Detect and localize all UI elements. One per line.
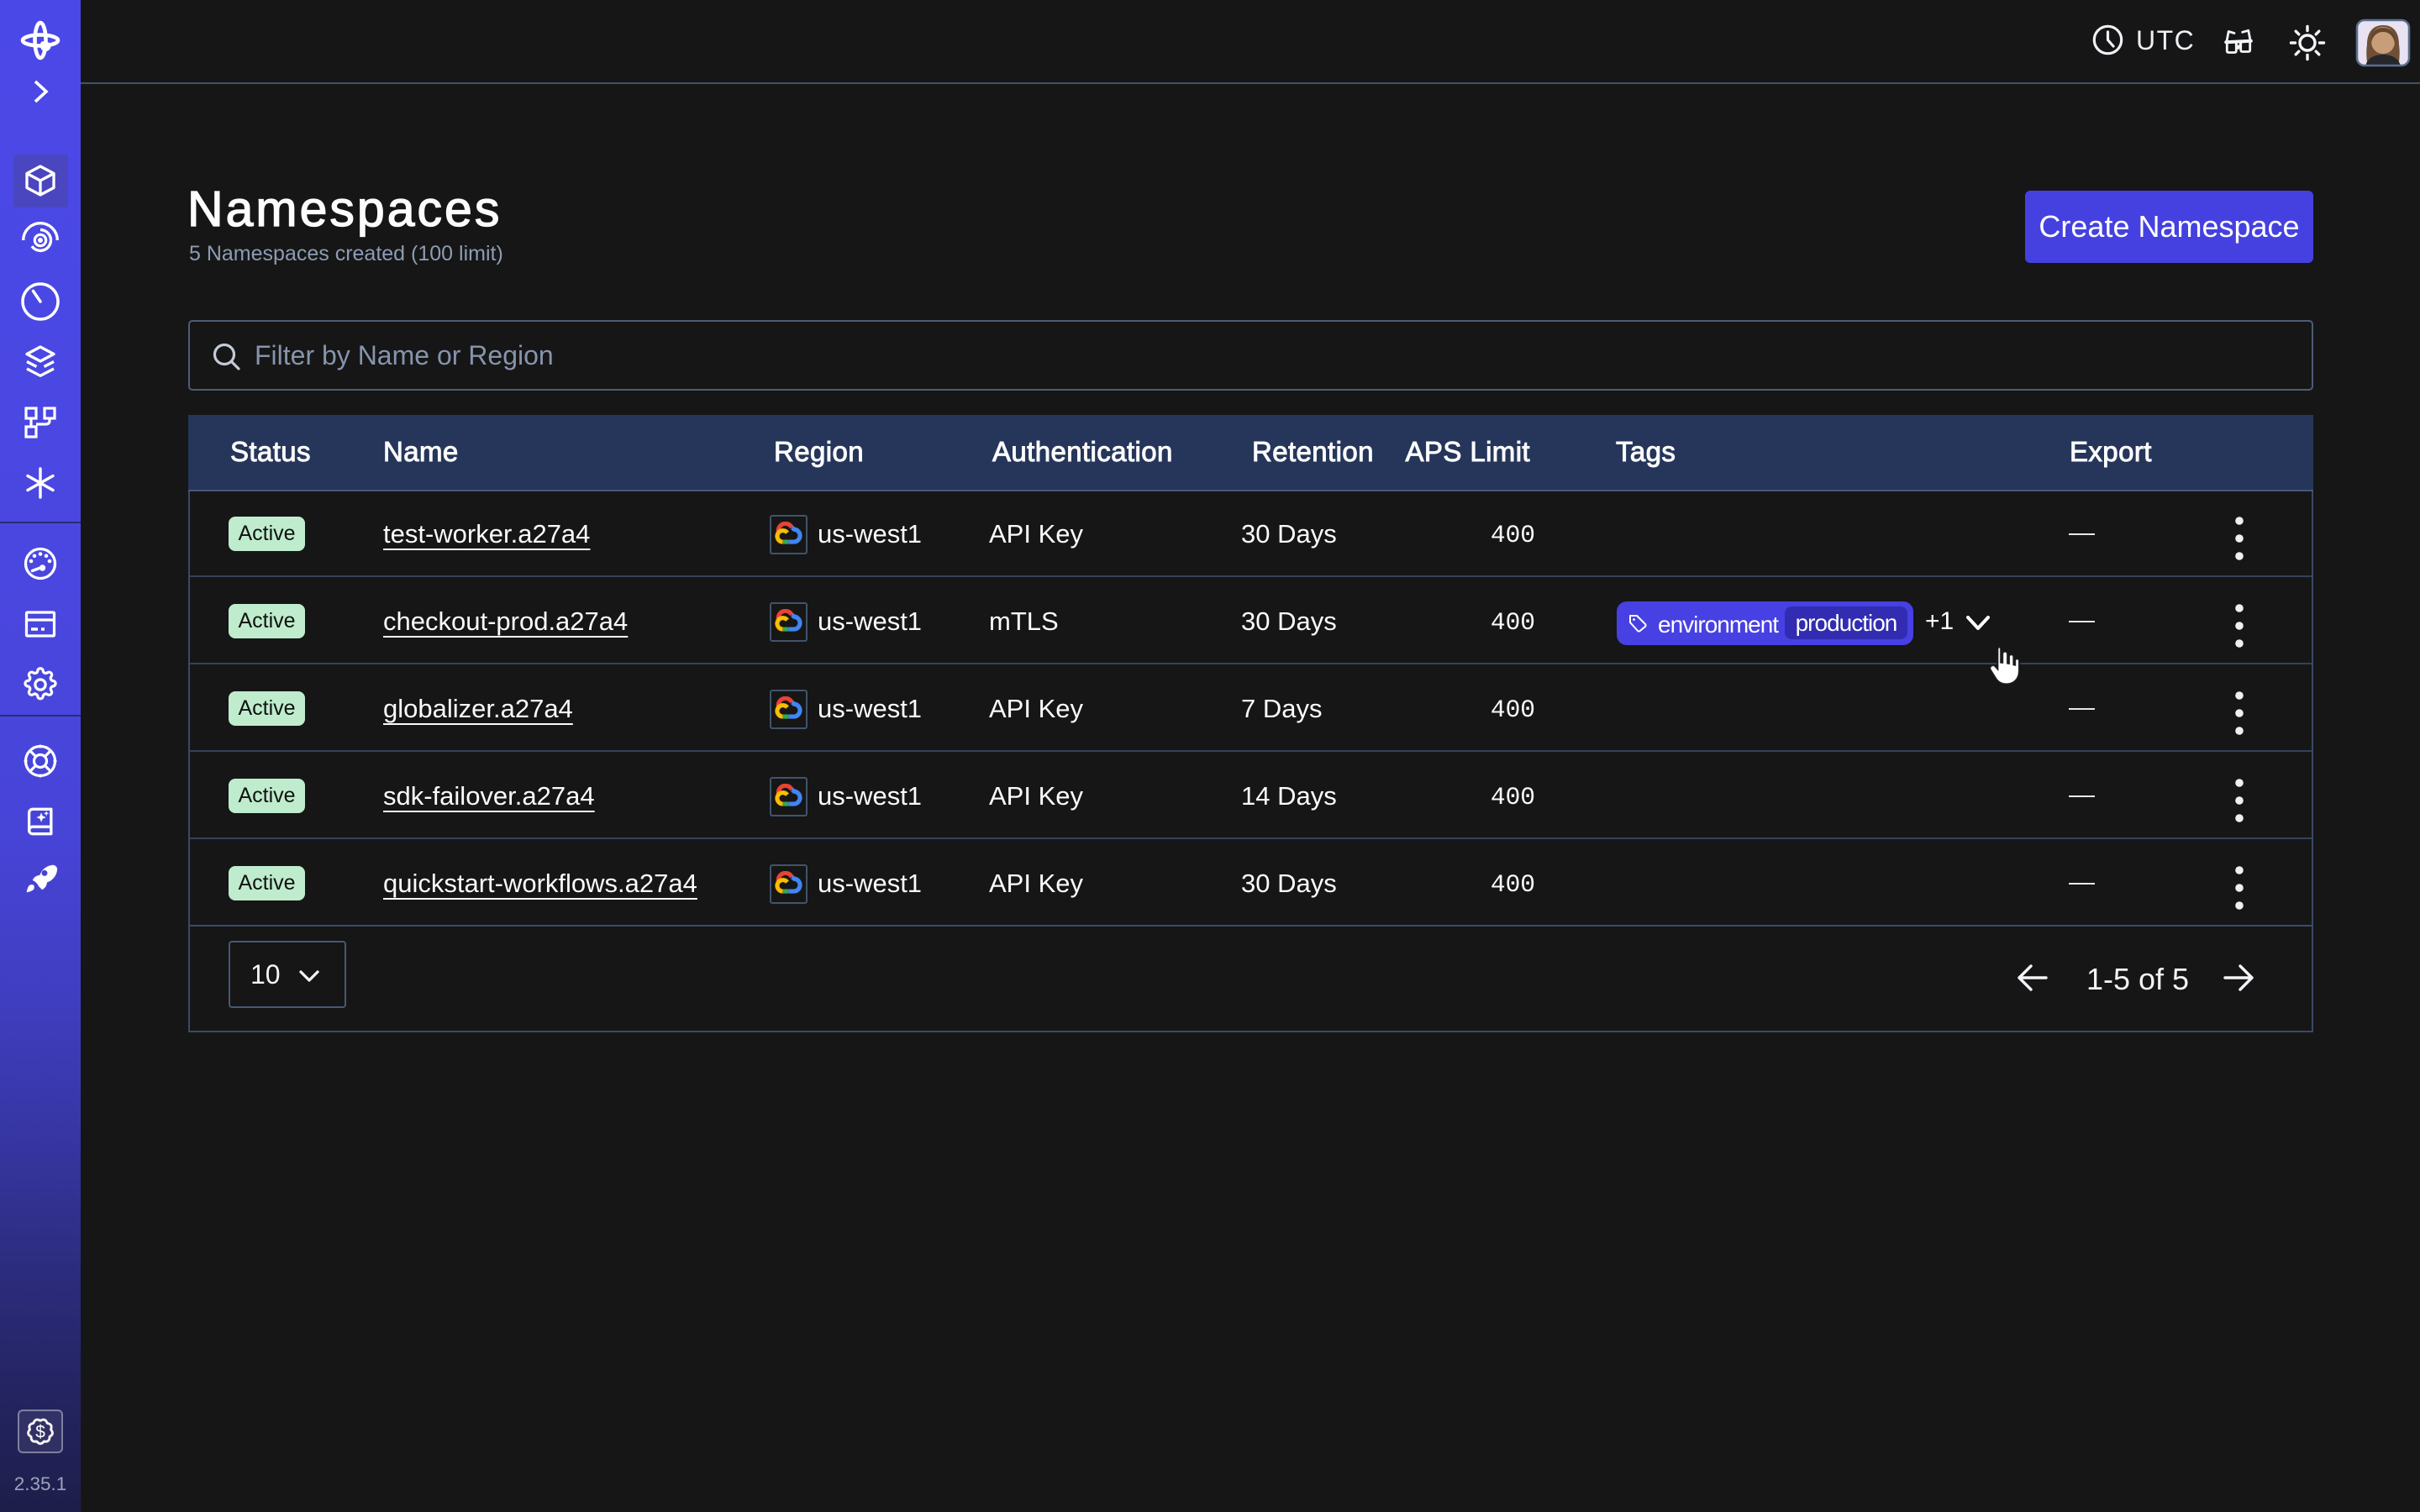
svg-text:$: $ [35, 1423, 45, 1442]
